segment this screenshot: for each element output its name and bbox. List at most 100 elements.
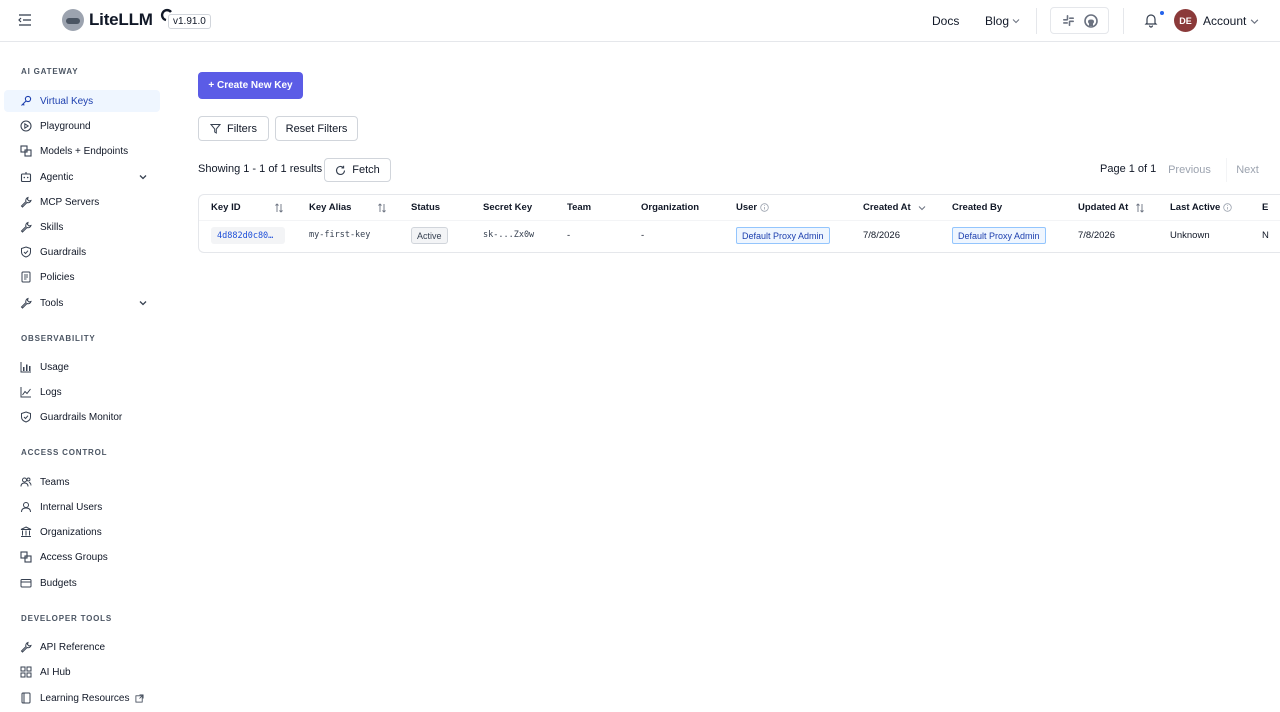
sidebar-item-ai-hub[interactable]: AI Hub	[4, 661, 160, 683]
sidebar: AI GATEWAY Virtual Keys Playground Model…	[0, 42, 170, 712]
next-page-button[interactable]: Next	[1226, 158, 1268, 182]
key-id-link[interactable]: 4d882d0c80…	[211, 227, 285, 244]
account-dropdown[interactable]: Account	[1203, 14, 1259, 28]
blocks-icon	[20, 145, 32, 157]
notification-dot	[1160, 11, 1164, 15]
sidebar-item-label: Models + Endpoints	[40, 145, 129, 157]
sidebar-item-usage[interactable]: Usage	[4, 356, 160, 378]
sidebar-item-playground[interactable]: Playground	[4, 115, 160, 137]
play-circle-icon	[20, 120, 32, 132]
column-header-label: Key Alias	[309, 202, 352, 213]
sidebar-item-label: Budgets	[40, 577, 77, 589]
shield-check-icon	[21, 246, 31, 258]
sidebar-item-policies[interactable]: Policies	[4, 266, 160, 288]
sidebar-item-access-groups[interactable]: Access Groups	[4, 546, 160, 568]
team-cell: -	[567, 230, 571, 241]
sidebar-item-label: AI Hub	[40, 666, 71, 678]
external-link-icon	[134, 693, 144, 703]
info-icon[interactable]	[760, 203, 769, 212]
nav-docs-link[interactable]: Docs	[932, 14, 959, 28]
sidebar-item-learning-resources[interactable]: Learning Resources	[4, 687, 160, 709]
create-new-key-button[interactable]: + Create New Key	[198, 72, 303, 99]
nav-blog-dropdown[interactable]: Blog	[985, 14, 1020, 28]
previous-page-button[interactable]: Previous	[1160, 158, 1219, 182]
fetch-button-label: Fetch	[352, 164, 380, 176]
sort-icon[interactable]	[1135, 203, 1145, 213]
column-header-expires: E	[1262, 202, 1268, 213]
sidebar-item-budgets[interactable]: Budgets	[4, 572, 160, 594]
user-icon	[21, 502, 31, 513]
column-header-label: Secret Key	[483, 202, 533, 213]
sidebar-item-internal-users[interactable]: Internal Users	[4, 496, 160, 518]
section-label-access-control: ACCESS CONTROL	[21, 448, 108, 457]
results-count: Showing 1 - 1 of 1 results	[198, 163, 323, 175]
filters-button[interactable]: Filters	[198, 116, 269, 141]
sidebar-item-guardrails[interactable]: Guardrails	[4, 241, 160, 263]
shield-check-icon	[21, 411, 31, 423]
sort-descending-icon[interactable]	[917, 203, 927, 213]
sort-icon[interactable]	[377, 203, 387, 213]
sidebar-item-mcp-servers[interactable]: MCP Servers	[4, 191, 160, 213]
filter-icon	[210, 124, 222, 134]
column-header-label: Organization	[641, 202, 700, 213]
sidebar-item-label: Agentic	[40, 171, 74, 183]
account-label: Account	[1203, 14, 1247, 28]
chevron-down-icon	[1251, 18, 1259, 24]
column-header-label: Status	[411, 202, 441, 213]
sidebar-item-label: Guardrails Monitor	[40, 411, 123, 423]
column-header-label: Created By	[952, 202, 1003, 213]
reset-filters-button[interactable]: Reset Filters	[275, 116, 358, 141]
column-header-label: Last Active	[1170, 202, 1221, 213]
info-icon[interactable]	[1223, 203, 1233, 212]
key-icon	[21, 95, 32, 106]
column-header-label: Key ID	[211, 202, 241, 213]
sidebar-item-models-endpoints[interactable]: Models + Endpoints	[4, 140, 160, 162]
sidebar-item-label: Guardrails	[40, 246, 87, 258]
fetch-button[interactable]: Fetch	[324, 158, 391, 182]
sidebar-item-label: Policies	[40, 271, 75, 283]
team-icon	[20, 477, 32, 487]
sidebar-item-label: Internal Users	[40, 501, 103, 513]
slack-icon[interactable]	[1062, 14, 1075, 27]
column-header-created-by: Created By	[952, 202, 1002, 213]
sidebar-item-guardrails-monitor[interactable]: Guardrails Monitor	[4, 406, 160, 428]
line-chart-icon	[20, 387, 31, 398]
column-header-key-id[interactable]: Key ID	[211, 202, 241, 213]
tools-icon	[20, 297, 32, 309]
sidebar-item-organizations[interactable]: Organizations	[4, 521, 160, 543]
bell-icon[interactable]	[1143, 12, 1159, 28]
brand-name: LiteLLM	[89, 10, 153, 29]
secret-key-cell: sk-...Zx0w	[483, 230, 535, 240]
brand-logo[interactable]: LiteLLM	[62, 9, 153, 31]
sidebar-item-virtual-keys[interactable]: Virtual Keys	[4, 90, 160, 112]
blocks-icon	[20, 551, 32, 563]
sidebar-item-logs[interactable]: Logs	[4, 381, 160, 403]
wallet-icon	[20, 579, 32, 588]
github-icon[interactable]	[1083, 13, 1098, 28]
sidebar-item-label: MCP Servers	[40, 196, 100, 208]
avatar[interactable]: DE	[1174, 9, 1197, 32]
sidebar-item-tools[interactable]: Tools	[4, 292, 160, 314]
menu-fold-icon[interactable]	[18, 13, 32, 27]
sidebar-item-label: Usage	[40, 361, 69, 373]
column-header-label: Updated At	[1078, 202, 1129, 213]
sidebar-item-skills[interactable]: Skills	[4, 216, 160, 238]
refresh-icon	[336, 165, 346, 175]
sidebar-item-label: Learning Resources	[40, 692, 130, 704]
sidebar-item-agentic[interactable]: Agentic	[4, 166, 160, 188]
chevron-down-icon	[139, 175, 147, 180]
tool-icon	[20, 196, 32, 208]
updated-at-cell: 7/8/2026	[1078, 230, 1115, 241]
sort-icon[interactable]	[274, 203, 284, 213]
column-header-updated-at[interactable]: Updated At	[1078, 202, 1128, 213]
header-icon-group	[1050, 7, 1109, 34]
sidebar-item-teams[interactable]: Teams	[4, 471, 160, 493]
column-header-user: User	[736, 202, 769, 213]
column-header-created-at[interactable]: Created At	[863, 202, 911, 213]
column-header-key-alias[interactable]: Key Alias	[309, 202, 351, 213]
column-header-organization: Organization	[641, 202, 699, 213]
section-label-observability: OBSERVABILITY	[21, 334, 96, 343]
sidebar-item-api-reference[interactable]: API Reference	[4, 636, 160, 658]
header-divider	[1036, 8, 1037, 34]
organization-cell: -	[641, 230, 645, 241]
